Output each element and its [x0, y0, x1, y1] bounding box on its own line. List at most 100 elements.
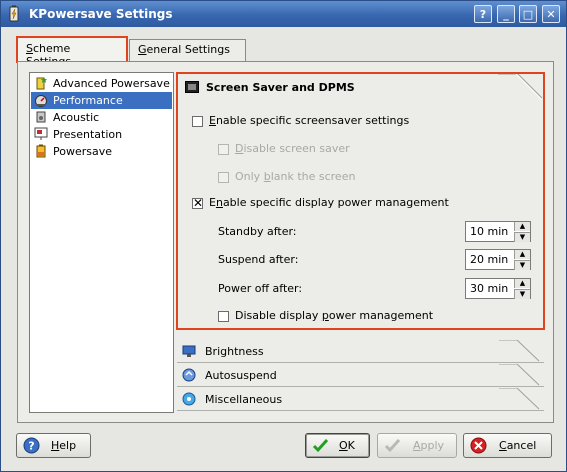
label-part: lank the screen: [270, 170, 356, 183]
battery-icon: [36, 144, 46, 158]
section-brightness-label: Brightness: [205, 345, 264, 358]
section-header-tab-shape: [498, 74, 543, 101]
section-autosuspend[interactable]: Autosuspend: [177, 364, 544, 387]
help-label: elp: [59, 439, 77, 452]
acoustic-icon: [36, 111, 46, 123]
ok-button[interactable]: OK: [305, 433, 370, 458]
scheme-item-powersave[interactable]: Powersave: [31, 143, 172, 160]
performance-icon: [35, 95, 47, 107]
label-accel: p: [321, 309, 329, 322]
screensaver-dpms-title: Screen Saver and DPMS: [206, 81, 355, 94]
brightness-monitor-icon: [182, 345, 196, 357]
tab-scheme-settings-accel: S: [26, 42, 33, 55]
section-header-tab-shape: [499, 364, 540, 386]
help-icon: ?: [23, 437, 40, 454]
only-blank-checkbox[interactable]: [218, 172, 229, 183]
scheme-item-label: Powersave: [53, 145, 113, 158]
label-part: isable screen saver: [243, 142, 350, 155]
close-button[interactable]: ✕: [542, 5, 560, 23]
spin-up-icon[interactable]: ▲: [514, 279, 530, 288]
section-autosuspend-label: Autosuspend: [205, 369, 277, 382]
scheme-item-label: Presentation: [53, 128, 123, 141]
spin-up-icon[interactable]: ▲: [514, 222, 530, 231]
scheme-item-label: Advanced Powersave: [53, 77, 170, 90]
standby-spinbox[interactable]: 10 min ▲ ▼: [465, 221, 531, 242]
cancel-icon: [470, 437, 487, 454]
standby-label: Standby after:: [218, 225, 297, 238]
disable-dpms-checkbox[interactable]: [218, 311, 229, 322]
scheme-item-label: Performance: [53, 94, 123, 107]
enable-screensaver-label[interactable]: Enable specific screensaver settings: [209, 114, 409, 127]
kpowersave-app-icon: [9, 5, 19, 22]
scheme-item-performance[interactable]: Performance: [31, 92, 172, 109]
poweroff-value: 30 min: [470, 282, 509, 295]
miscellaneous-icon: [182, 392, 196, 406]
only-blank-label[interactable]: Only blank the screen: [235, 170, 355, 183]
screensaver-dpms-section: Screen Saver and DPMS Enable specific sc…: [176, 72, 545, 330]
enable-dpms-checkbox[interactable]: ✕: [192, 196, 204, 210]
presentation-icon: [34, 127, 48, 140]
spin-down-icon[interactable]: ▼: [514, 289, 530, 299]
svg-text:?: ?: [28, 440, 34, 453]
spin-up-icon[interactable]: ▲: [514, 250, 530, 259]
kpowersave-settings-window: KPowersave Settings ? _ □ ✕ Scheme Setti…: [0, 0, 567, 472]
title-bar[interactable]: KPowersave Settings ? _ □ ✕: [1, 1, 566, 27]
checkmark-icon: [384, 438, 401, 453]
monitor-icon: [185, 81, 199, 93]
cancel-button[interactable]: Cancel: [463, 433, 552, 458]
scheme-item-acoustic[interactable]: Acoustic: [31, 109, 172, 126]
suspend-label: Suspend after:: [218, 253, 299, 266]
help-titlebar-button[interactable]: ?: [474, 5, 492, 23]
battery-star-icon: [36, 77, 47, 90]
autosuspend-icon: [182, 368, 196, 382]
tab-general-settings[interactable]: General Settings: [129, 39, 246, 61]
label-part: ower management: [328, 309, 434, 322]
cancel-label: ancel: [506, 439, 537, 452]
scheme-item-advanced-powersave[interactable]: Advanced Powersave: [31, 75, 172, 92]
standby-value: 10 min: [470, 225, 509, 238]
disable-screensaver-checkbox[interactable]: [218, 144, 229, 155]
minimize-button[interactable]: _: [497, 5, 515, 23]
label-accel: b: [263, 170, 271, 183]
section-miscellaneous[interactable]: Miscellaneous: [177, 388, 544, 411]
screensaver-dpms-header[interactable]: Screen Saver and DPMS: [178, 74, 543, 102]
enable-screensaver-checkbox[interactable]: [192, 116, 203, 127]
section-miscellaneous-label: Miscellaneous: [205, 393, 283, 406]
scheme-item-label: Acoustic: [53, 111, 100, 124]
suspend-spinbox[interactable]: 20 min ▲ ▼: [465, 249, 531, 270]
label-part: Only: [235, 170, 264, 183]
section-header-tab-shape: [499, 388, 540, 410]
spin-down-icon[interactable]: ▼: [514, 260, 530, 270]
checkmark-x-icon: ✕: [193, 196, 204, 210]
tab-general-settings-label: eneral Settings: [146, 43, 230, 56]
poweroff-spinbox[interactable]: 30 min ▲ ▼: [465, 278, 531, 299]
section-brightness[interactable]: Brightness: [177, 340, 544, 363]
poweroff-label: Power off after:: [218, 282, 303, 295]
disable-screensaver-label[interactable]: Disable screen saver: [235, 142, 350, 155]
apply-accel: A: [413, 439, 421, 452]
apply-button[interactable]: Apply: [377, 433, 457, 458]
spin-down-icon[interactable]: ▼: [514, 232, 530, 242]
enable-dpms-label[interactable]: Enable specific display power management: [209, 196, 449, 209]
section-header-tab-shape: [499, 340, 540, 362]
label-accel: E: [209, 114, 216, 127]
scheme-item-presentation[interactable]: Presentation: [31, 126, 172, 143]
label-accel: n: [215, 196, 223, 209]
ok-accel: O: [339, 439, 348, 452]
suspend-value: 20 min: [470, 253, 509, 266]
checkmark-icon: [312, 438, 329, 453]
scheme-list[interactable]: Advanced Powersave Performance Acoustic …: [29, 72, 174, 413]
maximize-button[interactable]: □: [519, 5, 537, 23]
window-title: KPowersave Settings: [29, 7, 173, 21]
label-part: nable specific screensaver settings: [215, 114, 410, 127]
apply-label: pply: [420, 439, 445, 452]
tab-scheme-settings[interactable]: Scheme Settings: [16, 36, 128, 68]
label-part: E: [209, 196, 216, 209]
disable-dpms-label[interactable]: Disable display power management: [235, 309, 433, 322]
help-button[interactable]: ? Help: [16, 433, 91, 458]
label-part: Disable display: [235, 309, 322, 322]
label-part: able specific display power management: [222, 196, 449, 209]
tab-general-settings-accel: G: [138, 43, 147, 56]
cancel-accel: C: [499, 439, 507, 452]
ok-label: K: [347, 439, 355, 452]
